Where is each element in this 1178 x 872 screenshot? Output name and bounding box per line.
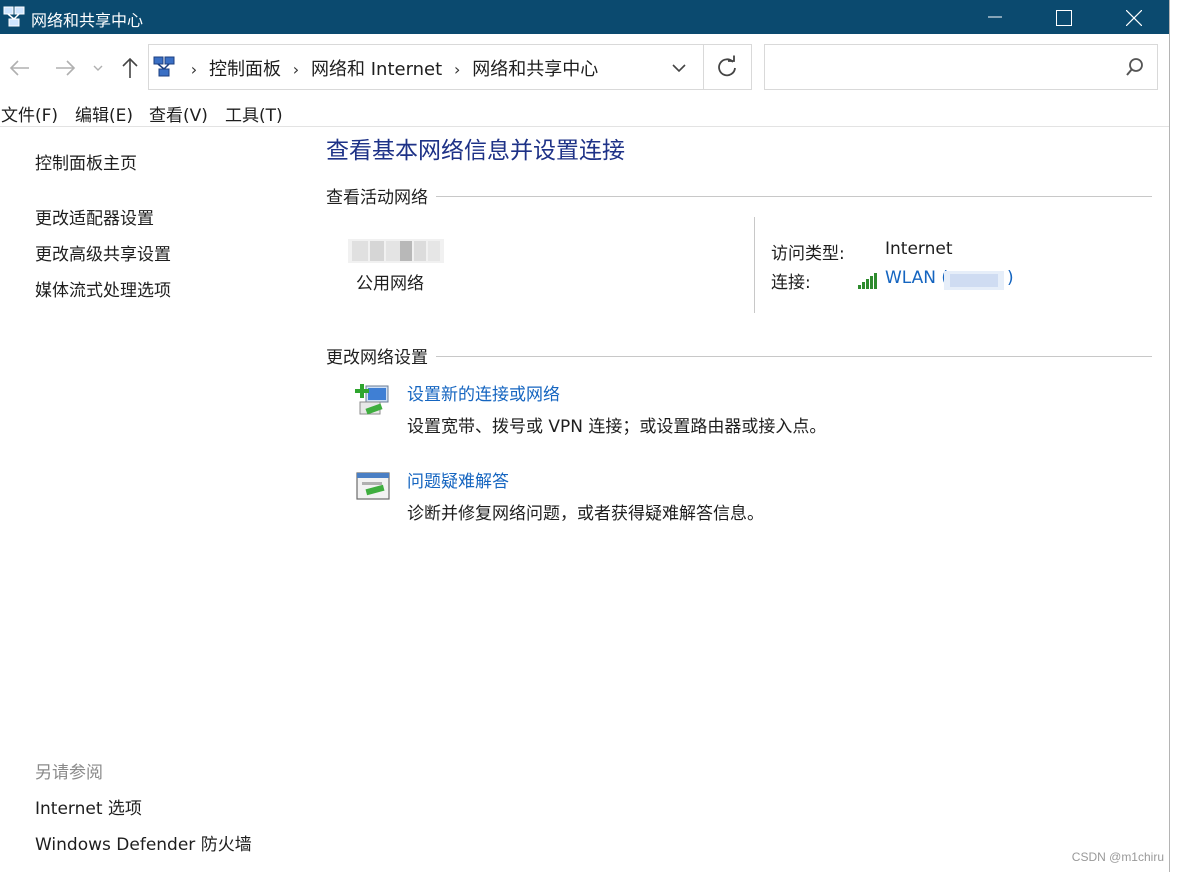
close-button[interactable] — [1110, 0, 1156, 34]
wifi-signal-icon — [857, 272, 879, 290]
menu-tools[interactable]: 工具(T) — [225, 101, 283, 126]
menu-view[interactable]: 查看(V) — [149, 101, 208, 126]
search-icon[interactable] — [1125, 57, 1145, 77]
breadcrumb-separator-icon[interactable]: › — [179, 60, 209, 79]
recent-locations-chevron-icon[interactable] — [91, 60, 105, 84]
up-arrow-icon[interactable] — [118, 56, 142, 80]
sidebar-link-advanced-sharing[interactable]: 更改高级共享设置 — [35, 240, 171, 265]
active-networks-heading: 查看活动网络 — [326, 183, 436, 208]
maximize-button[interactable] — [1040, 0, 1086, 34]
setup-new-connection-description: 设置宽带、拨号或 VPN 连接；或设置路由器或接入点。 — [407, 417, 827, 437]
see-also-heading: 另请参阅 — [35, 763, 103, 783]
wlan-ssid-redacted — [944, 271, 1004, 290]
see-also-firewall[interactable]: Windows Defender 防火墙 — [35, 830, 252, 855]
network-name-redacted — [348, 239, 444, 263]
troubleshoot-link[interactable]: 问题疑难解答 — [407, 467, 509, 492]
breadcrumb-separator-icon[interactable]: › — [281, 60, 311, 79]
title-bar: 网络和共享中心 — [0, 0, 1169, 34]
sidebar-link-media-streaming[interactable]: 媒体流式处理选项 — [35, 276, 171, 301]
minimize-button[interactable] — [972, 0, 1018, 34]
troubleshoot-icon — [354, 469, 392, 507]
wlan-connection-name[interactable]: WLAN ( — [885, 268, 948, 288]
refresh-icon[interactable] — [715, 55, 739, 79]
window-title: 网络和共享中心 — [31, 11, 144, 30]
forward-arrow-icon[interactable] — [53, 56, 77, 80]
section-divider — [326, 196, 1152, 197]
network-vertical-divider — [754, 217, 755, 313]
window: 网络和共享中心 › 控制面板 › 网络和 Internet › 网络和共享中心 … — [0, 0, 1170, 872]
setup-new-connection-link[interactable]: 设置新的连接或网络 — [407, 380, 560, 405]
network-center-icon — [153, 56, 175, 78]
left-pane: 控制面板主页 更改适配器设置 更改高级共享设置 媒体流式处理选项 另请参阅 In… — [0, 127, 300, 872]
network-center-icon — [3, 6, 25, 28]
page-title: 查看基本网络信息并设置连接 — [326, 138, 625, 164]
search-input[interactable] — [764, 44, 1158, 90]
address-dropdown-icon[interactable] — [666, 58, 692, 78]
maximize-icon — [1056, 10, 1072, 26]
navigation-bar: › 控制面板 › 网络和 Internet › 网络和共享中心 — [0, 34, 1169, 96]
sidebar-link-control-panel-home[interactable]: 控制面板主页 — [35, 149, 137, 174]
troubleshoot-description: 诊断并修复网络问题，或者获得疑难解答信息。 — [407, 504, 764, 524]
connections-label: 连接: — [771, 273, 811, 293]
menu-edit[interactable]: 编辑(E) — [75, 101, 133, 126]
wlan-connection-close[interactable]: ) — [1007, 268, 1014, 288]
watermark: CSDN @m1chiru — [1071, 850, 1164, 864]
see-also-internet-options[interactable]: Internet 选项 — [35, 794, 142, 819]
task-new-connection: 设置新的连接或网络 设置宽带、拨号或 VPN 连接；或设置路由器或接入点。 — [354, 380, 1114, 442]
section-divider — [326, 356, 1152, 357]
menu-bar: 文件(F) 编辑(E) 查看(V) 工具(T) — [0, 96, 1169, 127]
access-type-value: Internet — [885, 239, 953, 259]
back-arrow-icon[interactable] — [8, 56, 32, 80]
breadcrumb: › 控制面板 › 网络和 Internet › 网络和共享中心 — [179, 55, 598, 81]
sidebar-link-adapter-settings[interactable]: 更改适配器设置 — [35, 204, 154, 229]
breadcrumb-item[interactable]: 网络和共享中心 — [472, 55, 598, 81]
breadcrumb-separator-icon[interactable]: › — [442, 60, 472, 79]
new-connection-icon — [354, 382, 392, 420]
task-troubleshoot: 问题疑难解答 诊断并修复网络问题，或者获得疑难解答信息。 — [354, 467, 1114, 529]
minimize-icon — [988, 16, 1002, 18]
breadcrumb-item[interactable]: 网络和 Internet — [311, 55, 442, 81]
close-icon — [1126, 10, 1142, 26]
address-bar[interactable]: › 控制面板 › 网络和 Internet › 网络和共享中心 — [148, 44, 752, 90]
network-type: 公用网络 — [356, 274, 424, 294]
menu-file[interactable]: 文件(F) — [1, 101, 58, 126]
breadcrumb-item[interactable]: 控制面板 — [209, 55, 281, 81]
address-divider — [703, 45, 704, 89]
access-type-label: 访问类型: — [771, 244, 845, 264]
change-settings-heading: 更改网络设置 — [326, 343, 436, 368]
